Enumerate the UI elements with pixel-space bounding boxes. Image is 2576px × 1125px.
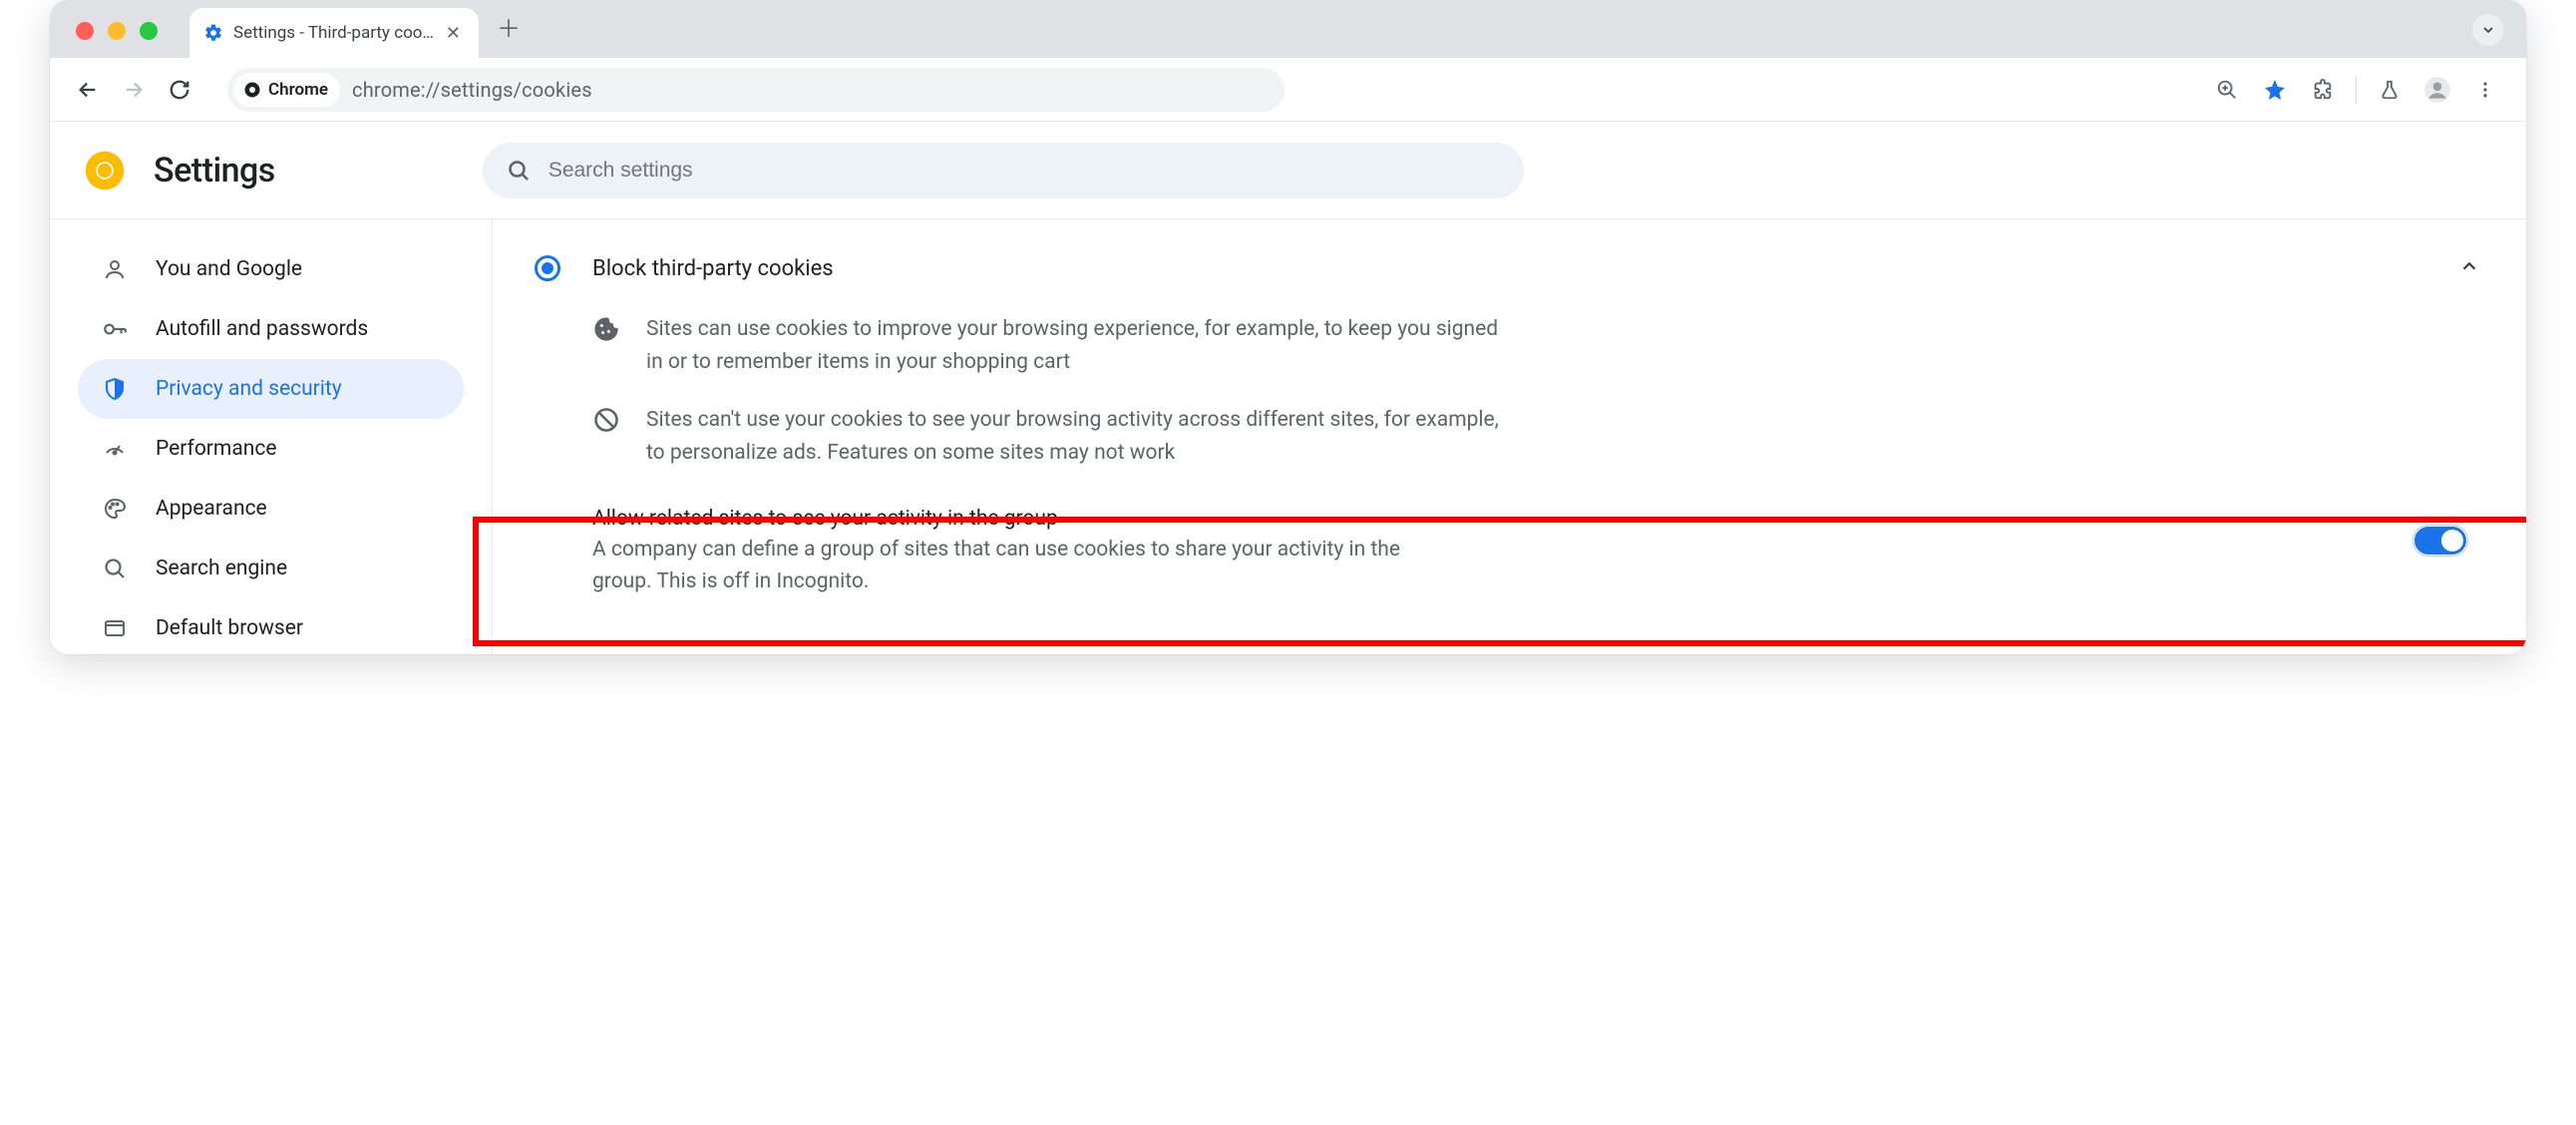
search-settings-input[interactable] bbox=[549, 159, 1500, 183]
sidebar-item-label: Search engine bbox=[156, 557, 287, 580]
tab-favicon-gear-icon bbox=[203, 23, 223, 43]
shield-icon bbox=[102, 376, 128, 402]
browser-window: Settings - Third-party cookies ✕ ＋ Chrom… bbox=[50, 0, 2526, 654]
allow-related-sites-row: Allow related sites to see your activity… bbox=[531, 485, 2488, 597]
window-maximize-button[interactable] bbox=[140, 22, 158, 40]
sidebar-item-search-engine[interactable]: Search engine bbox=[78, 539, 464, 598]
sidebar-item-you-and-google[interactable]: You and Google bbox=[78, 239, 464, 299]
sidebar-item-label: Performance bbox=[156, 437, 276, 461]
sidebar-item-privacy[interactable]: Privacy and security bbox=[78, 359, 464, 419]
sidebar-item-label: Default browser bbox=[156, 616, 303, 640]
person-icon bbox=[102, 256, 128, 282]
browser-tab[interactable]: Settings - Third-party cookies ✕ bbox=[189, 8, 479, 58]
zoom-icon[interactable] bbox=[2212, 75, 2242, 105]
cookie-description-block: Sites can't use your cookies to see your… bbox=[531, 394, 2488, 485]
cookie-icon bbox=[592, 315, 620, 343]
tab-title: Settings - Third-party cookies bbox=[233, 23, 442, 43]
forward-button[interactable] bbox=[116, 72, 152, 108]
description-text: Sites can't use your cookies to see your… bbox=[646, 404, 1504, 469]
browser-icon bbox=[102, 615, 128, 641]
new-tab-button[interactable]: ＋ bbox=[497, 9, 521, 44]
description-text: Sites can use cookies to improve your br… bbox=[646, 313, 1504, 378]
key-icon bbox=[102, 316, 128, 342]
back-button[interactable] bbox=[70, 72, 106, 108]
settings-body: You and Google Autofill and passwords Pr… bbox=[50, 219, 2526, 654]
toggle-knob bbox=[2441, 530, 2463, 552]
page-title: Settings bbox=[154, 151, 275, 190]
titlebar: Settings - Third-party cookies ✕ ＋ bbox=[50, 0, 2526, 58]
profile-avatar-icon[interactable] bbox=[2422, 75, 2452, 105]
sidebar-item-autofill[interactable]: Autofill and passwords bbox=[78, 299, 464, 359]
toolbar-actions bbox=[2212, 75, 2506, 105]
address-bar[interactable]: Chrome chrome://settings/cookies bbox=[227, 68, 1285, 112]
sidebar-item-label: Appearance bbox=[156, 497, 267, 521]
sidebar-item-label: Autofill and passwords bbox=[156, 317, 368, 341]
tab-close-icon[interactable]: ✕ bbox=[442, 23, 465, 44]
page-content: Settings You and Google Autofill and pas… bbox=[50, 122, 2526, 654]
chrome-logo-icon bbox=[84, 150, 126, 191]
window-minimize-button[interactable] bbox=[108, 22, 126, 40]
search-icon bbox=[102, 556, 128, 581]
settings-main-panel: Block third-party cookies Sites can use … bbox=[493, 219, 2526, 654]
radio-label: Block third-party cookies bbox=[592, 256, 834, 281]
sidebar-item-default-browser[interactable]: Default browser bbox=[78, 598, 464, 654]
search-settings-box[interactable] bbox=[483, 143, 1524, 198]
radio-selected-icon bbox=[535, 255, 560, 281]
settings-header: Settings bbox=[50, 122, 2526, 219]
toolbar-separator bbox=[2356, 76, 2357, 104]
sidebar-item-label: Privacy and security bbox=[156, 377, 342, 401]
window-close-button[interactable] bbox=[76, 22, 94, 40]
tab-overflow-button[interactable] bbox=[2472, 14, 2504, 46]
sidebar-item-performance[interactable]: Performance bbox=[78, 419, 464, 479]
search-icon bbox=[507, 159, 531, 183]
cookie-description-allow: Sites can use cookies to improve your br… bbox=[531, 303, 2488, 394]
radio-block-third-party-cookies[interactable]: Block third-party cookies bbox=[531, 249, 2488, 303]
kebab-menu-icon[interactable] bbox=[2470, 75, 2500, 105]
chrome-icon bbox=[243, 81, 261, 99]
allow-related-sites-toggle[interactable] bbox=[2414, 527, 2466, 555]
site-chip-label: Chrome bbox=[268, 80, 328, 100]
reload-button[interactable] bbox=[162, 72, 197, 108]
url-text: chrome://settings/cookies bbox=[352, 78, 592, 102]
sidebar-item-appearance[interactable]: Appearance bbox=[78, 479, 464, 539]
collapse-chevron-up-icon[interactable] bbox=[2458, 255, 2480, 281]
settings-sidebar: You and Google Autofill and passwords Pr… bbox=[50, 219, 493, 654]
palette-icon bbox=[102, 496, 128, 522]
labs-icon[interactable] bbox=[2375, 75, 2404, 105]
sidebar-item-label: You and Google bbox=[156, 257, 302, 281]
extensions-icon[interactable] bbox=[2308, 75, 2338, 105]
browser-toolbar: Chrome chrome://settings/cookies bbox=[50, 58, 2526, 122]
bookmark-star-icon[interactable] bbox=[2260, 75, 2290, 105]
window-controls bbox=[76, 22, 158, 40]
toggle-subtitle: A company can define a group of sites th… bbox=[592, 535, 1410, 597]
speedometer-icon bbox=[102, 436, 128, 462]
site-chip[interactable]: Chrome bbox=[233, 73, 340, 107]
block-icon bbox=[592, 406, 620, 434]
toggle-title: Allow related sites to see your activity… bbox=[592, 507, 2385, 531]
